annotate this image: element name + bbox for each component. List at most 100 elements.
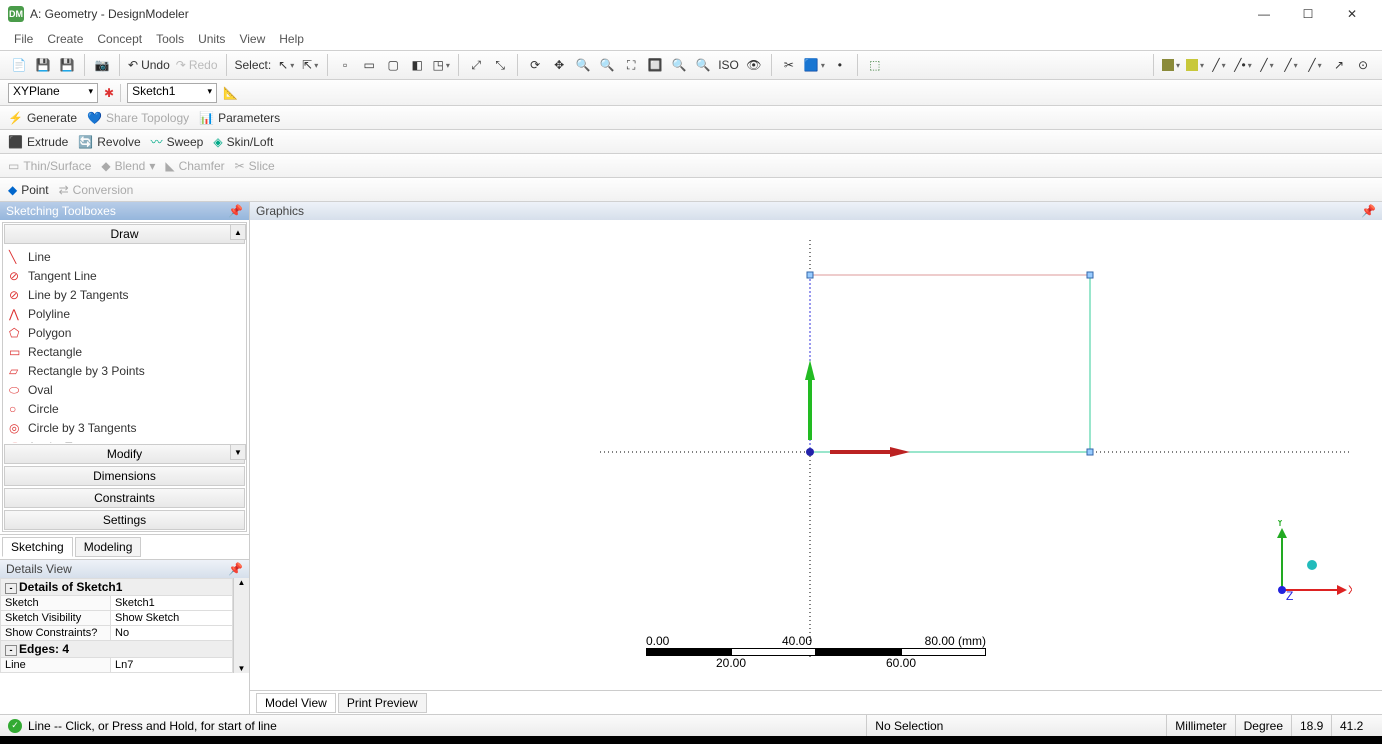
draw-section[interactable]: Draw bbox=[4, 224, 245, 244]
line1-icon[interactable]: ╱ bbox=[1208, 54, 1230, 76]
graphics-canvas[interactable]: X Y Z 0.00 40.00 80.00 (mm) bbox=[250, 220, 1382, 690]
tool-oval[interactable]: ⬭Oval bbox=[5, 380, 244, 399]
extend2-icon[interactable]: ⤡ bbox=[489, 54, 511, 76]
pin-icon[interactable]: 📌 bbox=[228, 562, 243, 576]
parameters-button[interactable]: 📊Parameters bbox=[199, 111, 280, 125]
line5-icon[interactable]: ╱ bbox=[1304, 54, 1326, 76]
plane-view-icon[interactable]: ⬚ bbox=[864, 54, 886, 76]
color2-icon[interactable] bbox=[1184, 54, 1206, 76]
iso-icon[interactable]: ISO bbox=[716, 54, 741, 76]
orientation-triad[interactable]: X Y Z bbox=[1262, 520, 1352, 610]
pan-icon[interactable]: ✥ bbox=[548, 54, 570, 76]
collapse-icon[interactable]: - bbox=[5, 645, 17, 656]
tool-line-2-tangents[interactable]: ⊘Line by 2 Tangents bbox=[5, 285, 244, 304]
menu-units[interactable]: Units bbox=[198, 32, 225, 46]
share-topology-button[interactable]: 💙Share Topology bbox=[87, 111, 189, 125]
dimensions-section[interactable]: Dimensions bbox=[4, 466, 245, 486]
save-all-icon[interactable]: 💾 bbox=[56, 54, 78, 76]
tab-sketching[interactable]: Sketching bbox=[2, 537, 73, 557]
minimize-button[interactable]: — bbox=[1242, 0, 1286, 28]
select-body-icon[interactable]: ◧ bbox=[406, 54, 428, 76]
extrude-button[interactable]: ⬛Extrude bbox=[8, 135, 68, 149]
color1-icon[interactable] bbox=[1160, 54, 1182, 76]
menu-view[interactable]: View bbox=[239, 32, 265, 46]
screenshot-icon[interactable]: 📷 bbox=[91, 54, 113, 76]
select-cursor-icon[interactable]: ↖ bbox=[275, 54, 297, 76]
tool-polyline[interactable]: ⋀Polyline bbox=[5, 304, 244, 323]
select-edge-icon[interactable]: ▭ bbox=[358, 54, 380, 76]
menu-create[interactable]: Create bbox=[47, 32, 83, 46]
arrow-icon[interactable]: ↗ bbox=[1328, 54, 1350, 76]
conversion-button[interactable]: ⇄Conversion bbox=[59, 183, 134, 197]
tool-circle-3-tangents[interactable]: ◎Circle by 3 Tangents bbox=[5, 418, 244, 437]
sweep-button[interactable]: 〰Sweep bbox=[151, 133, 204, 150]
select-point-icon[interactable]: ▫ bbox=[334, 54, 356, 76]
tool-rectangle-3pts[interactable]: ▱Rectangle by 3 Points bbox=[5, 361, 244, 380]
look-at-icon[interactable]: 👁 bbox=[743, 54, 765, 76]
tool-polygon[interactable]: ⬠Polygon bbox=[5, 323, 244, 342]
menu-tools[interactable]: Tools bbox=[156, 32, 184, 46]
target-icon[interactable]: ⊙ bbox=[1352, 54, 1374, 76]
zoom-box-icon[interactable]: 🔲 bbox=[644, 54, 666, 76]
skinloft-button[interactable]: ◈Skin/Loft bbox=[213, 135, 273, 149]
line3-icon[interactable]: ╱ bbox=[1256, 54, 1278, 76]
display-icon[interactable]: 🟦 bbox=[802, 54, 827, 76]
menu-help[interactable]: Help bbox=[279, 32, 304, 46]
pin-icon[interactable]: 📌 bbox=[228, 204, 243, 218]
zoom-in-icon[interactable]: 🔍 bbox=[572, 54, 594, 76]
plane-dropdown[interactable]: XYPlane bbox=[8, 83, 98, 103]
new-sketch-icon[interactable]: 📐 bbox=[223, 86, 238, 100]
tool-rectangle[interactable]: ▭Rectangle bbox=[5, 342, 244, 361]
select-filter-icon[interactable]: ⇱ bbox=[299, 54, 321, 76]
generate-button[interactable]: ⚡Generate bbox=[8, 111, 77, 125]
sketch-dropdown[interactable]: Sketch1 bbox=[127, 83, 217, 103]
select-box-icon[interactable]: ◳ bbox=[430, 54, 452, 76]
tab-model-view[interactable]: Model View bbox=[256, 693, 336, 713]
detail-visibility[interactable]: Show Sketch bbox=[111, 611, 233, 626]
line2-icon[interactable]: ╱• bbox=[1232, 54, 1254, 76]
zoom-fit-icon[interactable]: ⛶ bbox=[620, 54, 642, 76]
tab-print-preview[interactable]: Print Preview bbox=[338, 693, 427, 713]
detail-sketch[interactable]: Sketch1 bbox=[111, 596, 233, 611]
scroll-up-icon[interactable]: ▲ bbox=[230, 224, 246, 240]
title-bar: DM A: Geometry - DesignModeler — ☐ ✕ bbox=[0, 0, 1382, 28]
slice-button[interactable]: ✂Slice bbox=[235, 159, 275, 173]
detail-constraints[interactable]: No bbox=[111, 626, 233, 641]
details-scrollbar[interactable]: ▲▼ bbox=[233, 578, 249, 673]
thin-surface-button[interactable]: ▭Thin/Surface bbox=[8, 159, 91, 173]
redo-button[interactable]: ↷Redo bbox=[174, 54, 220, 76]
tool-tangent-line[interactable]: ⊘Tangent Line bbox=[5, 266, 244, 285]
rotate-icon[interactable]: ⟳ bbox=[524, 54, 546, 76]
menu-file[interactable]: File bbox=[14, 32, 33, 46]
prev-view-icon[interactable]: 🔍 bbox=[692, 54, 714, 76]
maximize-button[interactable]: ☐ bbox=[1286, 0, 1330, 28]
scroll-down-icon[interactable]: ▼ bbox=[230, 444, 246, 460]
settings-section[interactable]: Settings bbox=[4, 510, 245, 530]
app-icon: DM bbox=[8, 6, 24, 22]
modify-section[interactable]: Modify bbox=[4, 444, 245, 464]
slice-view-icon[interactable]: ✂ bbox=[778, 54, 800, 76]
blend-button[interactable]: ◆Blend ▾ bbox=[101, 159, 155, 173]
undo-button[interactable]: ↶Undo bbox=[126, 54, 172, 76]
revolve-button[interactable]: 🔄Revolve bbox=[78, 135, 140, 149]
select-face-icon[interactable]: ▢ bbox=[382, 54, 404, 76]
collapse-icon[interactable]: - bbox=[5, 583, 17, 594]
line4-icon[interactable]: ╱ bbox=[1280, 54, 1302, 76]
menu-concept[interactable]: Concept bbox=[97, 32, 142, 46]
point-button[interactable]: ◆Point bbox=[8, 183, 49, 197]
detail-line[interactable]: Ln7 bbox=[111, 658, 233, 673]
point-icon[interactable]: • bbox=[829, 54, 851, 76]
chamfer-button[interactable]: ◣Chamfer bbox=[165, 159, 224, 173]
constraints-section[interactable]: Constraints bbox=[4, 488, 245, 508]
zoom-out-icon[interactable]: 🔍 bbox=[596, 54, 618, 76]
save-icon[interactable]: 💾 bbox=[32, 54, 54, 76]
pin-icon[interactable]: 📌 bbox=[1361, 204, 1376, 218]
new-icon[interactable]: 📄 bbox=[8, 54, 30, 76]
close-button[interactable]: ✕ bbox=[1330, 0, 1374, 28]
tab-modeling[interactable]: Modeling bbox=[75, 537, 142, 557]
new-plane-icon[interactable]: ✱ bbox=[104, 86, 114, 100]
tool-circle[interactable]: ○Circle bbox=[5, 399, 244, 418]
tool-line[interactable]: ╲Line bbox=[5, 247, 244, 266]
magnify-icon[interactable]: 🔍 bbox=[668, 54, 690, 76]
extend-icon[interactable]: ⤢ bbox=[465, 54, 487, 76]
